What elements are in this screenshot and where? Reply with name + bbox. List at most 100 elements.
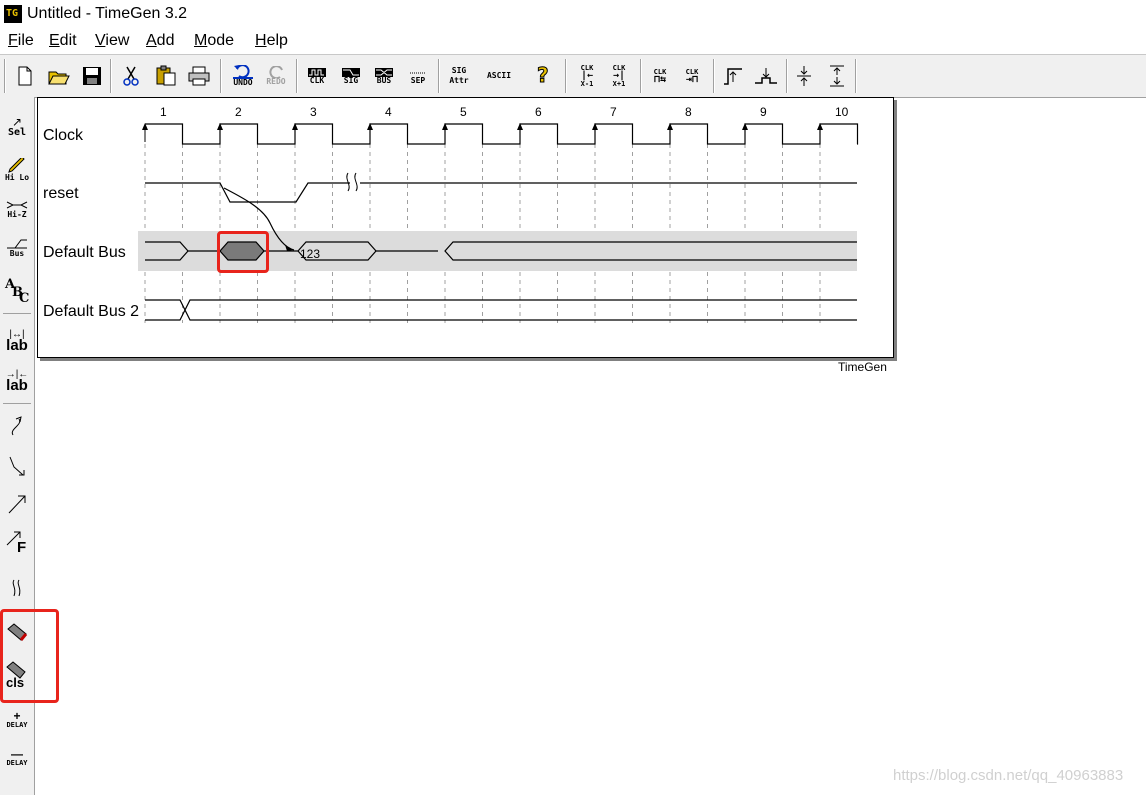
menu-help[interactable]: Help bbox=[255, 32, 288, 50]
new-file-icon bbox=[18, 66, 32, 86]
add-clock-button[interactable]: CLK bbox=[302, 61, 332, 91]
toolbar-separator bbox=[438, 59, 440, 93]
toolbar-separator bbox=[296, 59, 298, 93]
add-bus-button[interactable]: BUS bbox=[369, 61, 399, 91]
rising-edge-button[interactable] bbox=[718, 61, 748, 91]
redo-button[interactable]: REDO bbox=[261, 61, 291, 91]
toolbar-separator bbox=[220, 59, 222, 93]
clock-cycle-number: 8 bbox=[685, 105, 692, 119]
toolbar-separator bbox=[640, 59, 642, 93]
timing-diagram[interactable]: 1 2 3 4 5 6 7 8 9 10 Clock reset Default Bus Defa… bbox=[37, 97, 894, 358]
clock-prev-button[interactable]: CLK |← X-1 bbox=[572, 61, 602, 91]
straight-arrow-tool[interactable] bbox=[2, 487, 32, 521]
clock-shrink-button[interactable]: CLK ⇥⊓ bbox=[677, 61, 707, 91]
palette-separator bbox=[3, 403, 31, 404]
bus-label: BUS bbox=[376, 75, 392, 85]
clock-cycle-number: 9 bbox=[760, 105, 767, 119]
clock-cycle-number: 3 bbox=[310, 105, 317, 119]
help-button[interactable]: ? bbox=[528, 61, 558, 91]
reset-waveform[interactable] bbox=[145, 182, 857, 203]
clipboard-icon bbox=[156, 65, 176, 86]
menu-file[interactable]: File bbox=[8, 32, 34, 50]
expand-vertical-button[interactable] bbox=[822, 61, 852, 91]
curved-arrow-tool[interactable] bbox=[2, 409, 32, 443]
undo-arrow-icon bbox=[234, 65, 250, 77]
menu-edit[interactable]: Edit bbox=[49, 32, 77, 50]
delay-label: DELAY bbox=[6, 721, 28, 729]
new-file-button[interactable] bbox=[10, 61, 40, 91]
hilo-tool[interactable]: Hi Lo bbox=[2, 153, 32, 187]
abc-text-icon: A B C bbox=[5, 277, 30, 306]
compress-vertical-button[interactable] bbox=[789, 61, 819, 91]
paste-button[interactable] bbox=[151, 61, 181, 91]
add-signal-button[interactable]: SIG bbox=[336, 61, 366, 91]
delay-increase-tool[interactable]: + DELAY bbox=[2, 703, 32, 737]
open-folder-icon bbox=[48, 71, 70, 85]
lab-label: lab bbox=[6, 337, 28, 354]
undo-button[interactable]: UNDO bbox=[228, 61, 258, 91]
sep-label: SEP bbox=[410, 75, 426, 85]
clock-cycle-number: 7 bbox=[610, 105, 617, 119]
add-separator-button[interactable]: SEP bbox=[403, 61, 433, 91]
menu-add[interactable]: Add bbox=[146, 32, 174, 50]
toolbar-separator bbox=[855, 59, 857, 93]
clk-label: CLK bbox=[309, 75, 325, 85]
ascii-button[interactable]: ASCII bbox=[484, 61, 514, 91]
bus2-waveform[interactable] bbox=[145, 299, 857, 321]
arrow-f-tool[interactable]: F bbox=[2, 525, 32, 559]
x-plus-1-label: X+1 bbox=[612, 80, 626, 88]
straight-arrow-icon bbox=[8, 495, 26, 514]
clock-expand-button[interactable]: CLK ⊓⇆ bbox=[645, 61, 675, 91]
label-distance-tool[interactable]: |↔| lab bbox=[2, 325, 32, 359]
arrow-f-icon: F bbox=[5, 529, 29, 556]
clock-cycle-number: 2 bbox=[235, 105, 242, 119]
menu-mode[interactable]: Mode bbox=[194, 32, 234, 50]
menu-view[interactable]: View bbox=[95, 32, 129, 50]
timing-diagram-canvas[interactable]: 1 2 3 4 5 6 7 8 9 10 Clock reset Default Bus Defa… bbox=[38, 98, 893, 357]
label-marker-tool[interactable]: →|← lab bbox=[2, 365, 32, 399]
hiz-tool[interactable]: Hi-Z bbox=[2, 192, 32, 226]
save-file-button[interactable] bbox=[77, 61, 107, 91]
curved-arrow-icon bbox=[11, 416, 22, 436]
bus-value-label: 123 bbox=[300, 247, 320, 261]
bent-arrow-tool[interactable] bbox=[2, 449, 32, 483]
signal-name-reset[interactable]: reset bbox=[43, 185, 79, 202]
undo-label: UNDO bbox=[233, 77, 253, 87]
cut-button[interactable] bbox=[116, 61, 146, 91]
pulse-icon bbox=[755, 68, 777, 84]
redo-label: REDO bbox=[266, 77, 286, 86]
clock-next-button[interactable]: CLK →| X+1 bbox=[604, 61, 634, 91]
break-tool[interactable] bbox=[2, 571, 32, 605]
app-icon[interactable]: TG bbox=[4, 5, 22, 23]
minus-icon: — bbox=[11, 747, 23, 761]
arrow-right-bar-icon: →| bbox=[612, 70, 626, 81]
pulse-button[interactable] bbox=[751, 61, 781, 91]
ascii-label: ASCII bbox=[486, 71, 512, 80]
bus-tool[interactable]: Bus bbox=[2, 231, 32, 265]
signal-name-default-bus-2[interactable]: Default Bus 2 bbox=[43, 303, 139, 320]
x-minus-1-label: X-1 bbox=[580, 80, 594, 88]
expand-vertical-icon bbox=[830, 65, 844, 87]
break-squiggle-icon bbox=[12, 579, 21, 597]
title-bar: TG Untitled - TimeGen 3.2 bbox=[0, 0, 1146, 30]
watermark: https://blog.csdn.net/qq_40963883 bbox=[893, 767, 1124, 784]
toolbar-grip bbox=[4, 59, 6, 93]
toolbar-separator bbox=[713, 59, 715, 93]
arrow-left-bar-icon: |← bbox=[580, 70, 594, 81]
rising-edge-icon bbox=[724, 68, 742, 85]
signal-name-clock[interactable]: Clock bbox=[43, 127, 84, 144]
select-tool[interactable]: ↗ Sel bbox=[2, 109, 32, 143]
signal-attributes-button[interactable]: SIG Attr bbox=[444, 61, 474, 91]
sig-label: SIG bbox=[343, 75, 359, 85]
hilo-label: Hi Lo bbox=[4, 173, 30, 182]
signal-name-default-bus[interactable]: Default Bus bbox=[43, 244, 126, 261]
toolbar-separator bbox=[110, 59, 112, 93]
bus-label: Bus bbox=[9, 249, 25, 258]
text-tool[interactable]: A B C bbox=[2, 275, 32, 309]
clock-expand-icon: ⊓⇆ bbox=[653, 74, 667, 85]
bent-arrow-icon bbox=[9, 456, 25, 476]
delay-decrease-tool[interactable]: — DELAY bbox=[2, 741, 32, 775]
clock-waveform[interactable] bbox=[145, 123, 859, 145]
open-file-button[interactable] bbox=[44, 61, 74, 91]
print-button[interactable] bbox=[184, 61, 214, 91]
